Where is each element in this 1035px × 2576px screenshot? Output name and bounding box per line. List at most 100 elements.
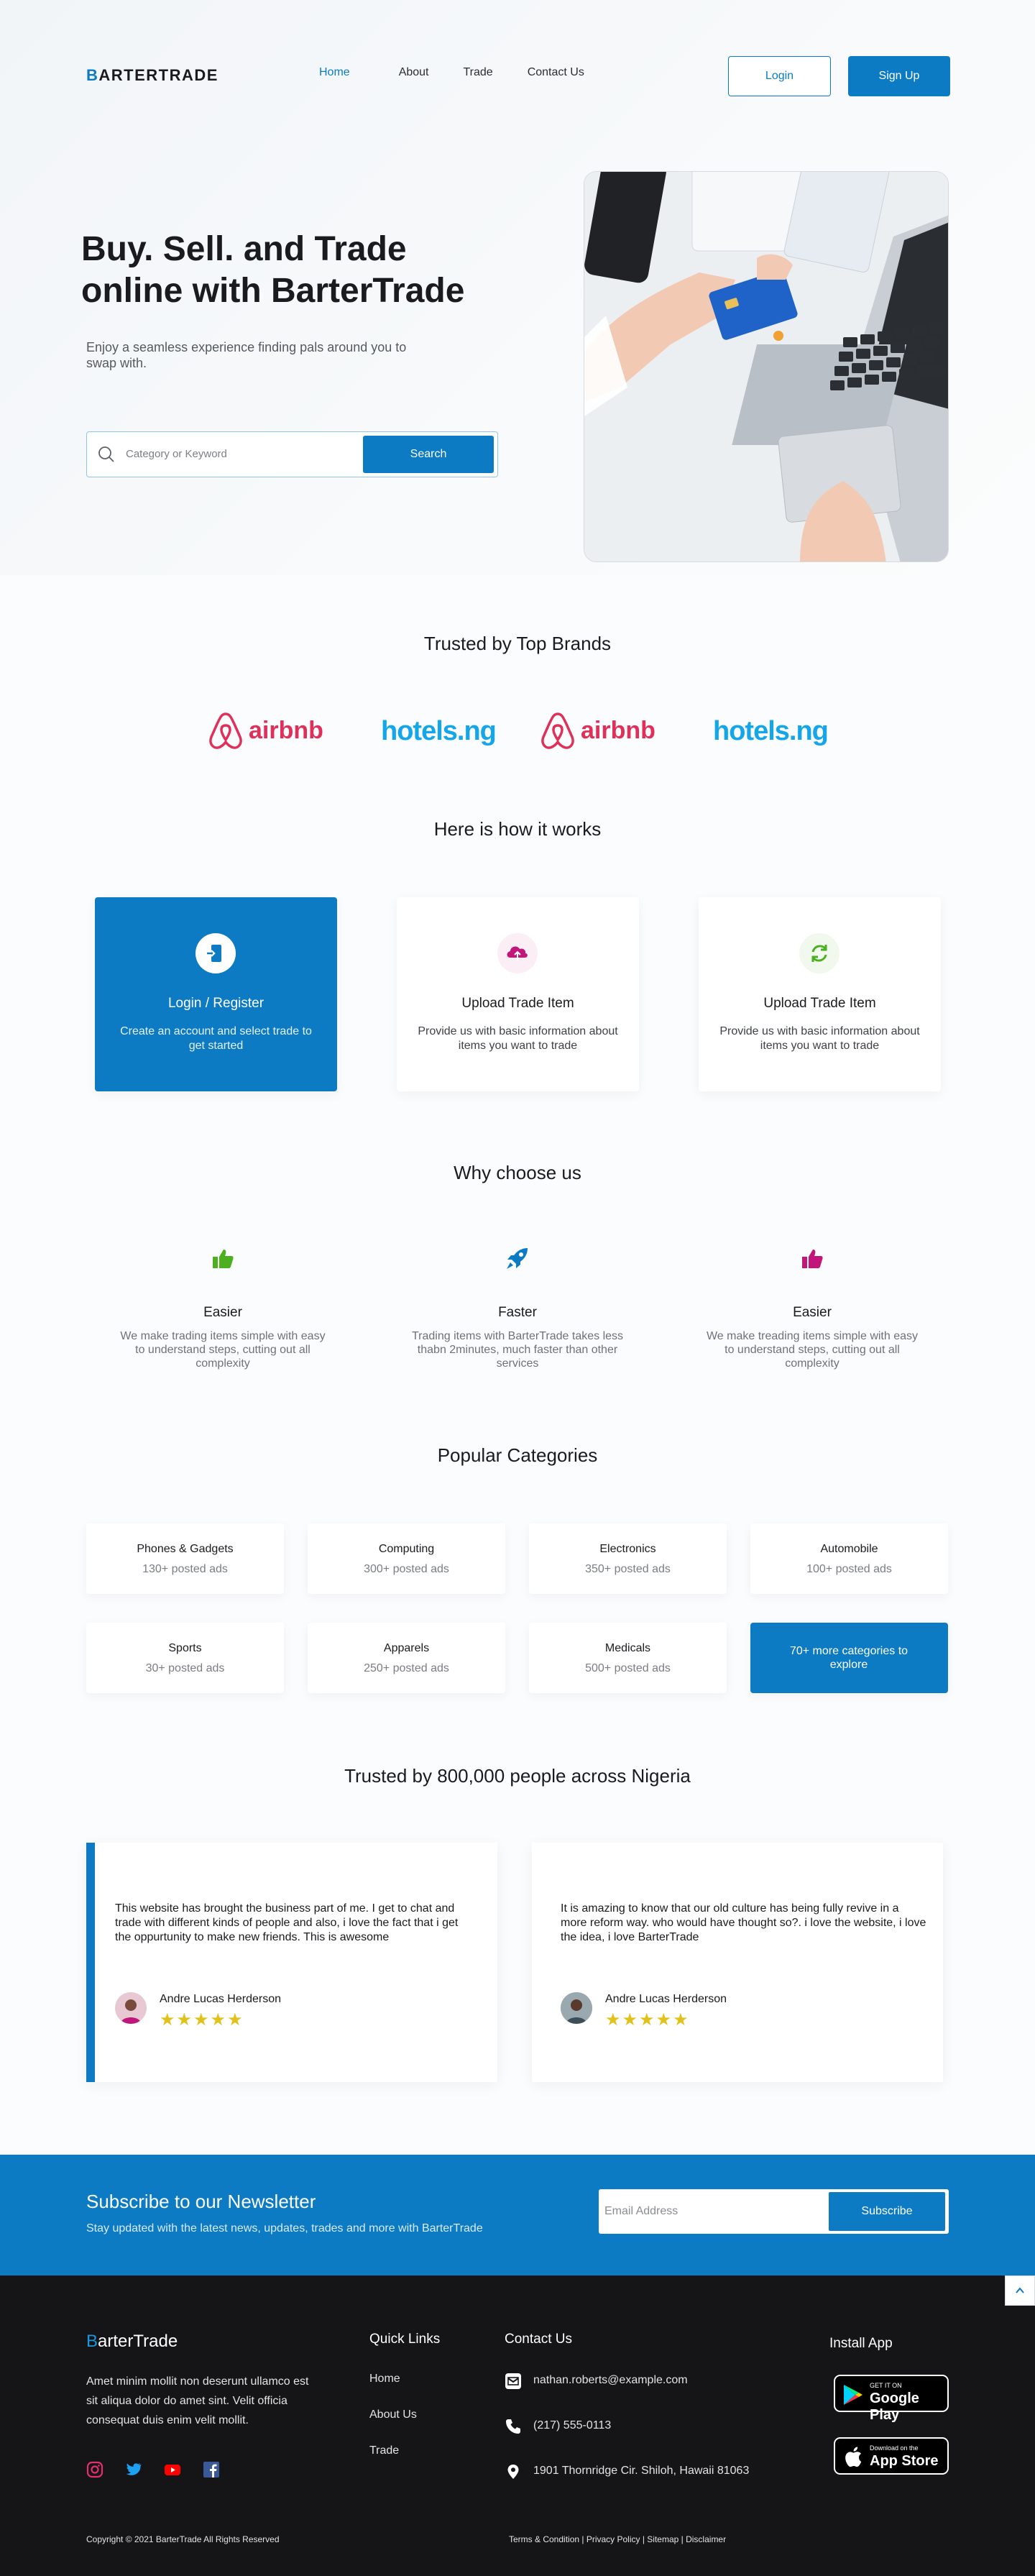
newsletter-section: Subscribe to our Newsletter Stay updated…: [0, 2155, 1035, 2275]
testimonials-title: Trusted by 800,000 people across Nigeria: [344, 1765, 691, 1787]
app-store-button[interactable]: Download on the App Store: [834, 2437, 949, 2475]
legal-links[interactable]: Terms & Condition | Privacy Policy | Sit…: [509, 2534, 726, 2544]
signup-button[interactable]: Sign Up: [848, 56, 950, 96]
nav-contact[interactable]: Contact Us: [528, 66, 584, 79]
why-item-easier-2: Easier We make treading items simple wit…: [704, 1244, 920, 1370]
category-count: 30+ posted ads: [145, 1662, 225, 1674]
footer-logo-rest: arterTrade: [98, 2332, 178, 2351]
how-card-title: Upload Trade Item: [763, 996, 876, 1011]
footer: BarterTrade Amet minim mollit non deseru…: [0, 2275, 1035, 2576]
logo-rest: ARTERTRADE: [98, 66, 218, 84]
how-card-trade[interactable]: Upload Trade Item Provide us with basic …: [699, 897, 941, 1091]
social-links: [86, 2461, 220, 2478]
email-input[interactable]: Email Address: [604, 2205, 678, 2218]
why-item-title: Faster: [498, 1305, 537, 1320]
why-item-desc: We make trading items simple with easy t…: [120, 1330, 326, 1370]
hotelsng-logo-2: hotels.ng: [713, 708, 829, 751]
category-name: Medicals: [604, 1642, 651, 1654]
search-bar: Category or Keyword Search: [86, 431, 498, 477]
hero-section: BARTERTRADE Home About Trade Contact Us …: [0, 0, 1035, 575]
site-logo[interactable]: BARTERTRADE: [86, 66, 218, 85]
app-store-big: App Store: [870, 2453, 939, 2469]
footer-logo-first-letter: B: [86, 2332, 98, 2351]
category-card[interactable]: Computing 300+ posted ads: [308, 1523, 505, 1594]
thumbs-up-icon: [802, 1250, 823, 1268]
avatar: [115, 1992, 147, 2024]
category-name: Computing: [378, 1543, 435, 1555]
search-icon: [98, 446, 114, 462]
google-play-button[interactable]: GET IT ON Google Play: [834, 2375, 949, 2423]
testimonial-quote: It is amazing to know that our old cultu…: [561, 1902, 926, 1943]
nav-home[interactable]: Home: [319, 66, 350, 79]
how-title: Here is how it works: [433, 818, 602, 840]
facebook-icon[interactable]: [203, 2461, 220, 2478]
youtube-icon[interactable]: [164, 2461, 181, 2478]
hotelsng-logo-1: hotels.ng: [381, 708, 497, 751]
how-card-desc: Provide us with basic information about …: [719, 1025, 920, 1052]
chevron-up-icon: [1016, 2287, 1024, 2293]
category-count: 350+ posted ads: [585, 1563, 671, 1575]
footer-link-trade[interactable]: Trade: [369, 2444, 399, 2457]
location-pin-icon: [507, 2465, 519, 2479]
more-categories-button[interactable]: 70+ more categories to explore: [750, 1623, 948, 1693]
brand-logos: airbnb hotels.ng airbnb hotels.ng: [208, 708, 829, 751]
hero-title: Buy. Sell. and Trade online with BarterT…: [81, 230, 465, 310]
footer-about: Amet minim mollit non deserunt ullamco e…: [86, 2375, 309, 2426]
phone-icon: [506, 2419, 520, 2434]
search-input[interactable]: Category or Keyword: [126, 448, 227, 460]
instagram-icon[interactable]: [86, 2461, 104, 2478]
why-item-easier: Easier We make trading items simple with…: [115, 1244, 331, 1370]
category-card[interactable]: Medicals 500+ posted ads: [529, 1623, 727, 1693]
nav-trade[interactable]: Trade: [464, 66, 493, 79]
google-play-icon: [844, 2385, 862, 2405]
why-item-faster: Faster Trading items with BarterTrade ta…: [410, 1244, 625, 1370]
main-nav: Home About Trade Contact Us: [319, 66, 619, 79]
testimonial-name: Andre Lucas Herderson: [605, 1993, 727, 2005]
how-card-login[interactable]: Login / Register Create an account and s…: [95, 897, 337, 1091]
rocket-icon: [507, 1248, 528, 1269]
category-name: Apparels: [383, 1642, 430, 1654]
why-title: Why choose us: [454, 1162, 581, 1183]
upload-icon: [497, 933, 538, 973]
svg-text:hotels.ng: hotels.ng: [713, 716, 828, 746]
category-name: Sports: [168, 1642, 202, 1654]
footer-link-about[interactable]: About Us: [369, 2408, 417, 2421]
category-card[interactable]: Automobile 100+ posted ads: [750, 1523, 948, 1594]
nav-about[interactable]: About: [399, 66, 429, 79]
category-card[interactable]: Apparels 250+ posted ads: [308, 1623, 505, 1693]
how-card-desc: Provide us with basic information about …: [418, 1025, 618, 1052]
footer-logo[interactable]: BarterTrade: [86, 2332, 178, 2352]
how-card-upload[interactable]: Upload Trade Item Provide us with basic …: [397, 897, 639, 1091]
app-store-small: Download on the: [870, 2444, 919, 2452]
subscribe-button[interactable]: Subscribe: [829, 2192, 945, 2231]
svg-text:hotels.ng: hotels.ng: [381, 716, 496, 746]
newsletter-title: Subscribe to our Newsletter: [86, 2191, 316, 2212]
footer-link-home[interactable]: Home: [369, 2373, 400, 2385]
scroll-to-top-button[interactable]: [1005, 2275, 1035, 2306]
category-card[interactable]: Phones & Gadgets 130+ posted ads: [86, 1523, 284, 1594]
twitter-icon[interactable]: [125, 2461, 142, 2478]
category-count: 300+ posted ads: [364, 1563, 449, 1575]
svg-text:airbnb: airbnb: [581, 717, 656, 744]
airbnb-logo-1: airbnb: [208, 708, 331, 751]
login-button[interactable]: Login: [728, 56, 831, 96]
avatar: [561, 1992, 592, 2024]
brands-title: Trusted by Top Brands: [423, 633, 612, 654]
testimonial-card: It is amazing to know that our old cultu…: [532, 1843, 943, 2082]
category-name: Electronics: [599, 1543, 656, 1555]
category-count: 100+ posted ads: [806, 1563, 892, 1575]
category-card[interactable]: Sports 30+ posted ads: [86, 1623, 284, 1693]
search-button[interactable]: Search: [363, 436, 494, 473]
mail-icon: [505, 2373, 521, 2389]
copyright-text: Copyright © 2021 BarterTrade All Rights …: [86, 2534, 280, 2544]
why-item-desc: We make treading items simple with easy …: [706, 1330, 919, 1370]
contact-email-text: nathan.roberts@example.com: [533, 2374, 688, 2386]
testimonial-card: This website has brought the business pa…: [86, 1843, 497, 2082]
google-play-big: Google Play: [870, 2391, 919, 2423]
contact-phone-text: (217) 555-0113: [533, 2419, 612, 2431]
contact-address-text: 1901 Thornridge Cir. Shiloh, Hawaii 8106…: [533, 2465, 750, 2477]
apple-icon: [845, 2447, 862, 2467]
login-icon: [196, 933, 236, 973]
category-card[interactable]: Electronics 350+ posted ads: [529, 1523, 727, 1594]
how-card-title: Login / Register: [167, 996, 264, 1011]
